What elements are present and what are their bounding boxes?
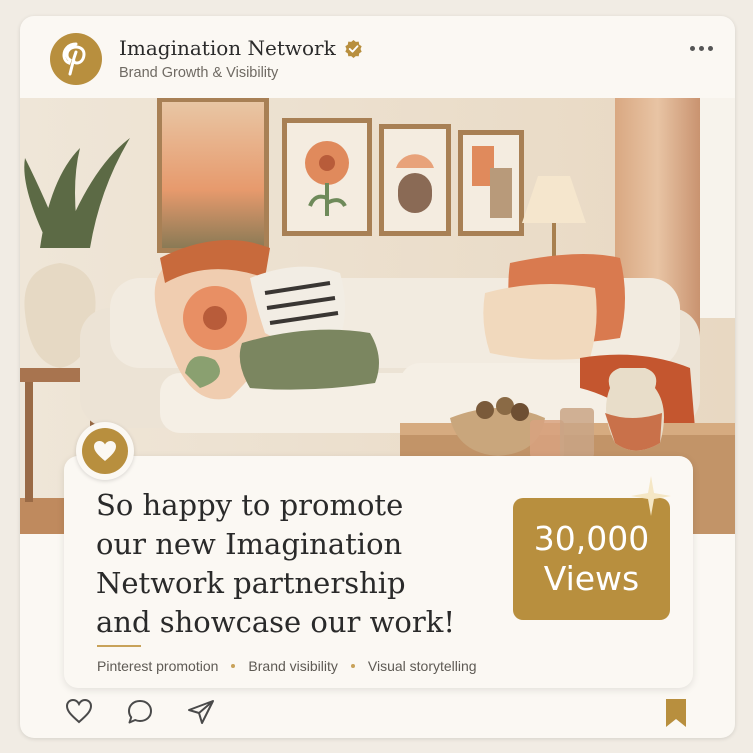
verified-badge-icon: [345, 39, 362, 58]
heart-icon: [94, 441, 116, 461]
heart-outline-icon[interactable]: [65, 698, 93, 724]
bookmark-icon[interactable]: [663, 698, 689, 728]
tag-separator: [231, 664, 236, 668]
caption-panel: So happy to promote our new Imagination …: [64, 456, 693, 688]
post-card: Imagination Network Brand Growth & Visib…: [20, 16, 735, 738]
views-count: 30,000: [533, 519, 650, 558]
post-header: Imagination Network Brand Growth & Visib…: [20, 16, 735, 98]
account-name[interactable]: Imagination Network: [119, 36, 336, 60]
views-badge: 30,000 Views: [513, 498, 670, 620]
tag-item[interactable]: Visual storytelling: [368, 658, 477, 674]
divider: [97, 645, 141, 647]
action-bar: [20, 696, 735, 736]
comment-icon[interactable]: [126, 698, 154, 726]
tag-list: Pinterest promotion Brand visibility Vis…: [97, 658, 477, 674]
account-subtitle: Brand Growth & Visibility: [119, 65, 279, 81]
post-headline: So happy to promote our new Imagination …: [96, 488, 455, 639]
pinterest-logo-icon[interactable]: [50, 33, 102, 85]
sparkle-icon: [631, 476, 671, 516]
views-label: Views: [543, 559, 640, 598]
tag-separator: [350, 664, 355, 668]
tag-item[interactable]: Brand visibility: [248, 658, 337, 674]
send-icon[interactable]: [186, 698, 216, 726]
more-options-icon[interactable]: [690, 46, 713, 51]
heart-badge[interactable]: [76, 422, 134, 480]
tag-item[interactable]: Pinterest promotion: [97, 658, 218, 674]
